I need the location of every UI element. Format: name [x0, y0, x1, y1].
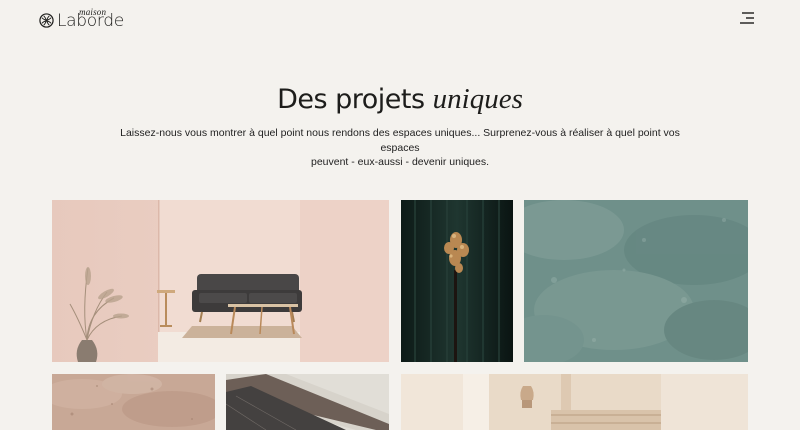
beige-interior-image	[401, 374, 748, 430]
title-plain: Des projets	[277, 84, 425, 115]
intro-line-2: peuvent - eux-aussi - devenir uniques.	[310, 156, 490, 168]
project-tile-marble-stair[interactable]	[226, 374, 389, 430]
intro-line-1: Laissez-nous vous montrer à quel point n…	[120, 127, 680, 154]
project-tile-stone-texture[interactable]	[52, 374, 215, 430]
project-tile-sculpture[interactable]	[401, 200, 513, 362]
logo-icon	[39, 13, 54, 28]
stone-texture-image	[52, 374, 215, 430]
project-tile-living-room[interactable]	[52, 200, 389, 362]
menu-button[interactable]	[737, 11, 755, 25]
project-tile-plaster-texture[interactable]	[524, 200, 748, 362]
marble-stair-image	[226, 374, 389, 430]
intro-text: Laissez-nous vous montrer à quel point n…	[100, 126, 700, 170]
site-header: maison Laborde	[0, 0, 800, 40]
page-title: Des projets uniques	[0, 82, 800, 117]
plaster-texture-image	[524, 200, 748, 362]
title-italic: uniques	[432, 83, 523, 115]
sculpture-image	[401, 200, 513, 362]
brand-logo[interactable]: maison Laborde	[39, 8, 129, 30]
project-tile-beige-interior[interactable]	[401, 374, 748, 430]
brand-main-text: Laborde	[57, 11, 124, 31]
menu-icon	[740, 12, 754, 24]
living-room-image	[52, 200, 389, 362]
